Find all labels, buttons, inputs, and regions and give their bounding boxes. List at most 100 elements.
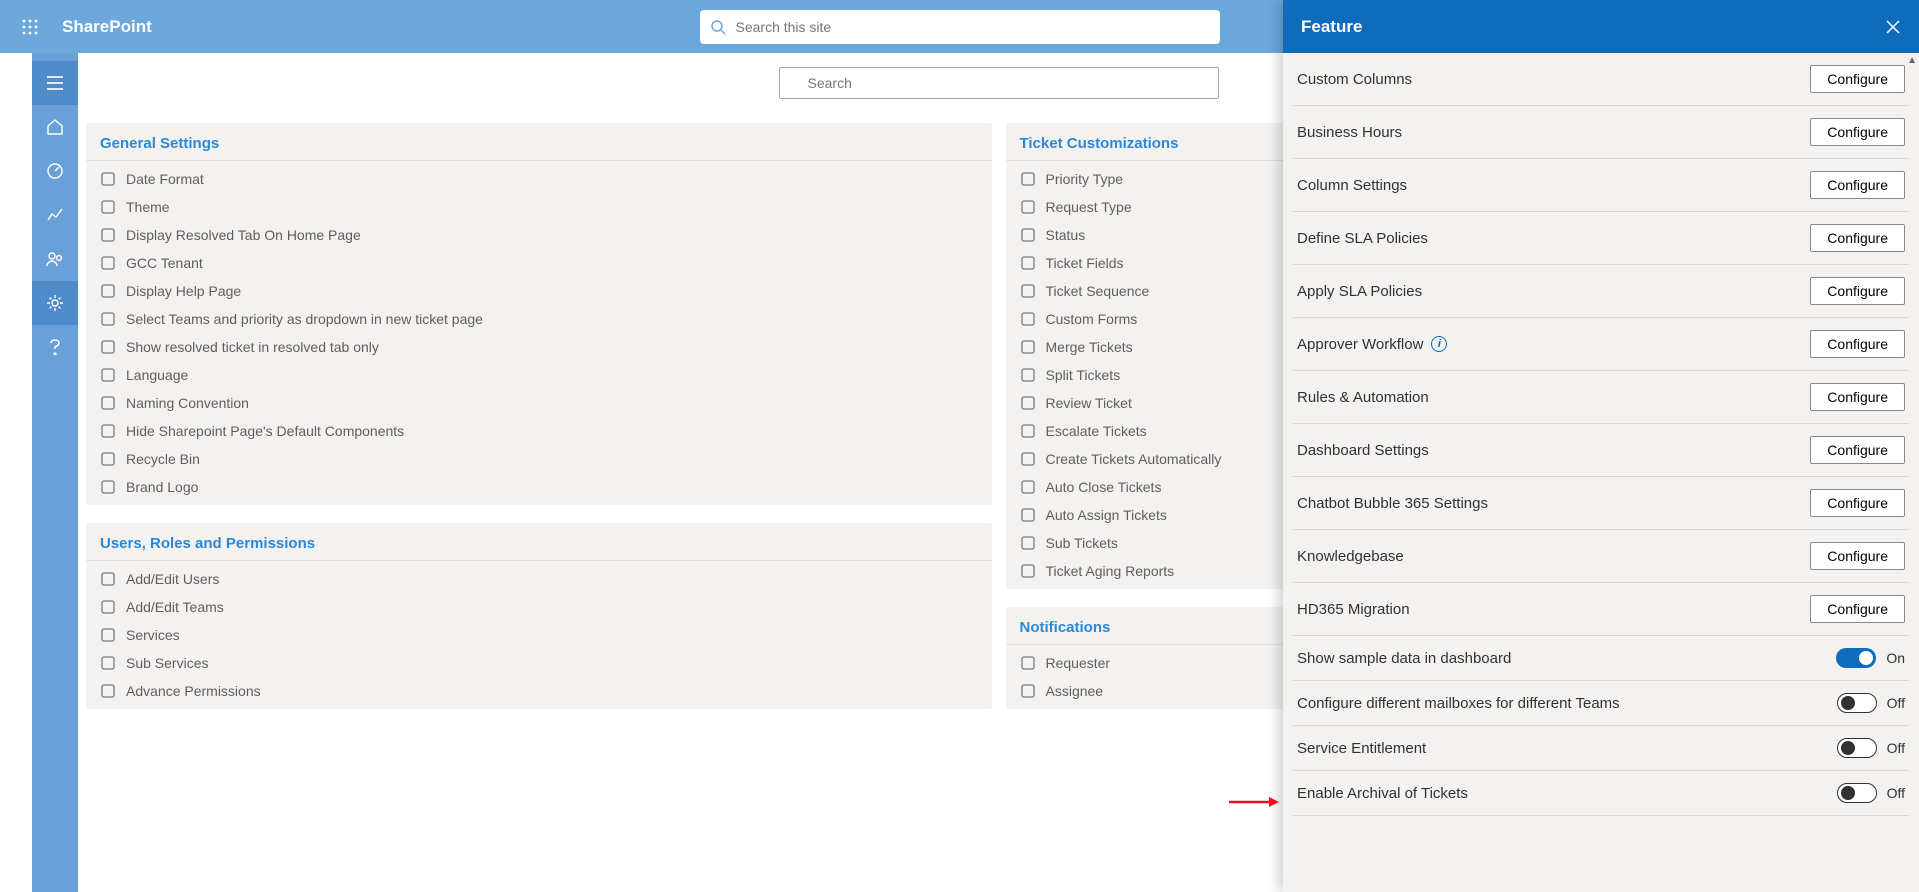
sidebar: [32, 53, 78, 892]
item-icon: [1020, 340, 1036, 354]
item-label: Services: [126, 627, 180, 643]
configure-button[interactable]: Configure: [1810, 542, 1905, 570]
settings-item[interactable]: Hide Sharepoint Page's Default Component…: [86, 417, 992, 445]
item-label: Ticket Sequence: [1046, 283, 1150, 299]
feature-label: Column Settings: [1297, 177, 1407, 194]
item-icon: [100, 628, 116, 642]
sharepoint-brand[interactable]: SharePoint: [62, 17, 152, 37]
item-icon: [1020, 452, 1036, 466]
settings-item[interactable]: Add/Edit Teams: [86, 593, 992, 621]
feature-label: Apply SLA Policies: [1297, 283, 1422, 300]
global-search-input[interactable]: [700, 10, 1220, 44]
info-icon[interactable]: i: [1431, 336, 1447, 352]
users-roles-card: Users, Roles and Permissions Add/Edit Us…: [86, 523, 992, 709]
configure-button[interactable]: Configure: [1810, 277, 1905, 305]
settings-item[interactable]: Date Format: [86, 165, 992, 193]
settings-item[interactable]: Select Teams and priority as dropdown in…: [86, 305, 992, 333]
configure-button[interactable]: Configure: [1810, 383, 1905, 411]
general-settings-card: General Settings Date FormatThemeDisplay…: [86, 123, 992, 505]
item-icon: [1020, 564, 1036, 578]
feature-row: Business HoursConfigure: [1293, 106, 1909, 159]
general-settings-list: Date FormatThemeDisplay Resolved Tab On …: [86, 161, 992, 505]
toggle[interactable]: [1837, 693, 1877, 713]
nav-home-icon[interactable]: [32, 105, 78, 149]
item-icon: [1020, 368, 1036, 382]
nav-dashboard-icon[interactable]: [32, 149, 78, 193]
item-label: Auto Assign Tickets: [1046, 507, 1167, 523]
configure-button[interactable]: Configure: [1810, 489, 1905, 517]
item-icon: [100, 480, 116, 494]
item-label: Select Teams and priority as dropdown in…: [126, 311, 483, 327]
settings-item[interactable]: Services: [86, 621, 992, 649]
toggle[interactable]: [1836, 648, 1876, 668]
feature-row: Chatbot Bubble 365 SettingsConfigure: [1293, 477, 1909, 530]
configure-button[interactable]: Configure: [1810, 118, 1905, 146]
item-icon: [1020, 656, 1036, 670]
item-label: Hide Sharepoint Page's Default Component…: [126, 423, 404, 439]
item-icon: [100, 312, 116, 326]
feature-label: Show sample data in dashboard: [1297, 650, 1511, 667]
configure-button[interactable]: Configure: [1810, 65, 1905, 93]
item-icon: [1020, 172, 1036, 186]
configure-button[interactable]: Configure: [1810, 436, 1905, 464]
settings-item[interactable]: Theme: [86, 193, 992, 221]
configure-button[interactable]: Configure: [1810, 171, 1905, 199]
settings-item[interactable]: Add/Edit Users: [86, 565, 992, 593]
item-label: Show resolved ticket in resolved tab onl…: [126, 339, 379, 355]
item-label: Ticket Aging Reports: [1046, 563, 1175, 579]
nav-reports-icon[interactable]: [32, 193, 78, 237]
feature-panel-body: ▲ Custom ColumnsConfigureBusiness HoursC…: [1283, 53, 1919, 892]
scroll-up-arrow-icon[interactable]: ▲: [1907, 55, 1917, 66]
nav-help-icon[interactable]: [32, 325, 78, 369]
item-label: Split Tickets: [1046, 367, 1121, 383]
configure-button[interactable]: Configure: [1810, 224, 1905, 252]
item-icon: [100, 200, 116, 214]
settings-item[interactable]: Recycle Bin: [86, 445, 992, 473]
app-launcher-icon[interactable]: [12, 9, 48, 45]
configure-button[interactable]: Configure: [1810, 330, 1905, 358]
feature-label: Enable Archival of Tickets: [1297, 785, 1468, 802]
item-icon: [100, 600, 116, 614]
users-roles-list: Add/Edit Users Add/Edit Teams Services Sub …: [86, 561, 992, 709]
item-label: Add/Edit Teams: [126, 599, 224, 615]
item-icon: [100, 340, 116, 354]
settings-item[interactable]: GCC Tenant: [86, 249, 992, 277]
item-label: Sub Services: [126, 655, 208, 671]
item-icon: [1020, 200, 1036, 214]
toggle[interactable]: [1837, 738, 1877, 758]
settings-item[interactable]: Advance Permissions: [86, 677, 992, 705]
item-icon: [100, 396, 116, 410]
item-icon: [1020, 508, 1036, 522]
item-label: Custom Forms: [1046, 311, 1138, 327]
nav-settings-icon[interactable]: [32, 281, 78, 325]
page-search-input[interactable]: [779, 67, 1219, 99]
toggle[interactable]: [1837, 783, 1877, 803]
item-label: Auto Close Tickets: [1046, 479, 1162, 495]
hamburger-icon[interactable]: [32, 61, 78, 105]
feature-label: HD365 Migration: [1297, 601, 1410, 618]
annotation-arrow: [1229, 795, 1279, 809]
item-icon: [100, 424, 116, 438]
settings-item[interactable]: Display Help Page: [86, 277, 992, 305]
close-icon[interactable]: [1885, 19, 1901, 35]
configure-button[interactable]: Configure: [1810, 595, 1905, 623]
settings-item[interactable]: Language: [86, 361, 992, 389]
item-label: Merge Tickets: [1046, 339, 1133, 355]
settings-item[interactable]: Display Resolved Tab On Home Page: [86, 221, 992, 249]
item-label: Brand Logo: [126, 479, 198, 495]
nav-people-icon[interactable]: [32, 237, 78, 281]
item-icon: [100, 452, 116, 466]
settings-item[interactable]: Naming Convention: [86, 389, 992, 417]
toggle-state-label: Off: [1887, 785, 1905, 801]
feature-label: Configure different mailboxes for differ…: [1297, 695, 1620, 712]
feature-label: Custom Columns: [1297, 71, 1412, 88]
item-icon: [100, 256, 116, 270]
settings-item[interactable]: Brand Logo: [86, 473, 992, 501]
feature-row: HD365 Migration Configure: [1293, 583, 1909, 636]
item-label: Escalate Tickets: [1046, 423, 1147, 439]
item-label: Assignee: [1046, 683, 1104, 699]
feature-row: Approver WorkflowiConfigure: [1293, 318, 1909, 371]
settings-item[interactable]: Sub Services: [86, 649, 992, 677]
settings-item[interactable]: Show resolved ticket in resolved tab onl…: [86, 333, 992, 361]
feature-label: Dashboard Settings: [1297, 442, 1429, 459]
